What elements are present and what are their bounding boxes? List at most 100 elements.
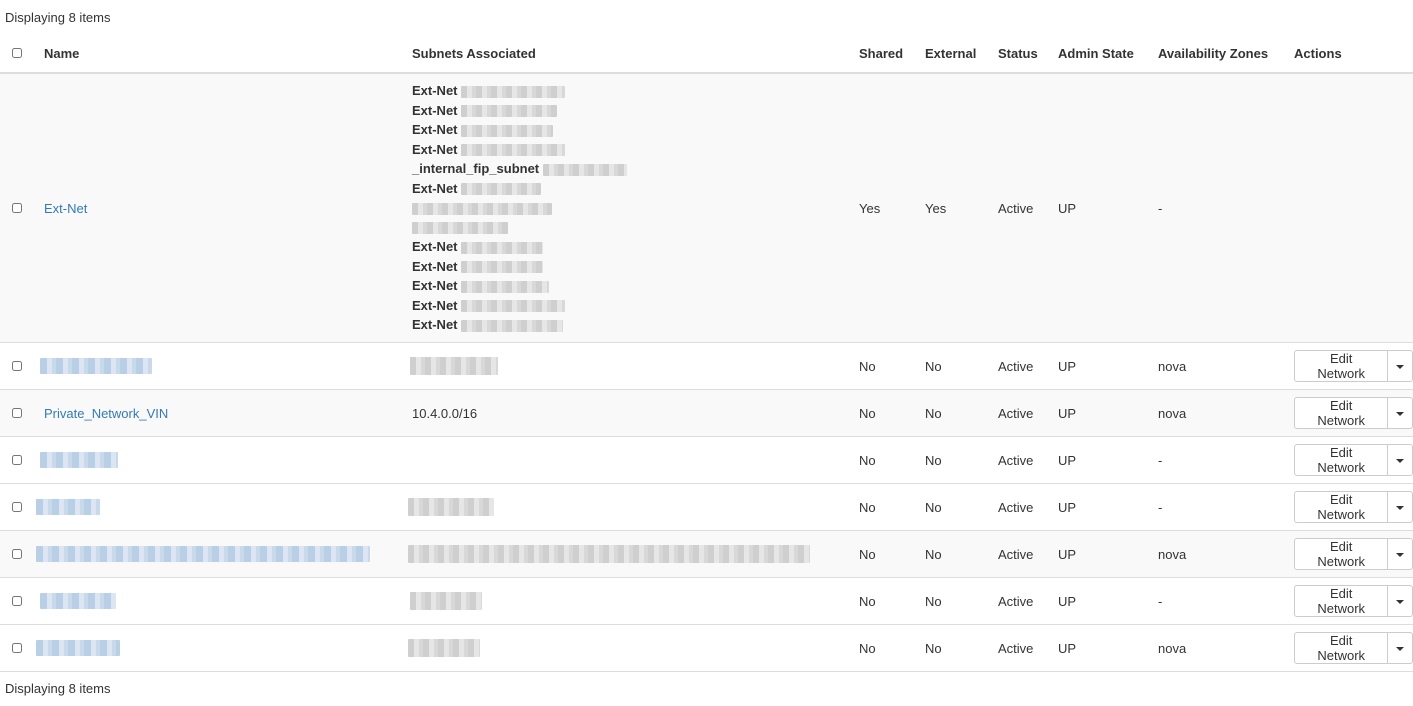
shared-cell: No (855, 624, 921, 671)
row-checkbox[interactable] (12, 361, 22, 371)
col-shared[interactable]: Shared (855, 34, 921, 74)
chevron-down-icon (1396, 553, 1405, 558)
subnet-name[interactable]: Ext-Net (412, 142, 458, 157)
zones-cell: - (1155, 577, 1291, 625)
external-cell: No (921, 389, 994, 437)
row-checkbox[interactable] (12, 455, 22, 465)
edit-network-button[interactable]: Edit Network (1294, 491, 1389, 523)
network-name-link[interactable]: Private_Network_VIN (44, 406, 168, 421)
row-actions: Edit Network (1294, 444, 1413, 476)
subnet-name[interactable]: Ext-Net (412, 103, 458, 118)
more-actions-button[interactable] (1388, 397, 1413, 429)
row-actions: Edit Network (1294, 491, 1413, 523)
network-name-link[interactable] (40, 452, 118, 469)
redacted-subnet (410, 592, 482, 610)
redacted-subnet (408, 639, 480, 657)
row-checkbox[interactable] (12, 549, 22, 559)
shared-cell: Yes (855, 72, 921, 343)
table-row: No No Active UP - Edit Network (0, 483, 1413, 531)
network-name-link[interactable] (36, 499, 100, 516)
table-row: No No Active UP - Edit Network (0, 436, 1413, 484)
row-checkbox[interactable] (12, 643, 22, 653)
table-row: No No Active UP nova Edit Network (0, 342, 1413, 390)
table-header-row: Name Subnets Associated Shared External … (0, 34, 1413, 74)
admin-state-cell: UP (1055, 436, 1155, 484)
subnet-cell: 10.4.0.0/16 (408, 389, 855, 437)
redacted-cidr (542, 163, 627, 176)
more-actions-button[interactable] (1388, 350, 1413, 382)
external-cell: No (921, 624, 994, 671)
network-name-link[interactable] (40, 593, 116, 610)
table-row: Private_Network_VIN 10.4.0.0/16 No No Ac… (0, 389, 1413, 437)
shared-cell: No (855, 483, 921, 531)
external-cell: Yes (921, 72, 994, 343)
zones-cell: nova (1155, 342, 1291, 390)
edit-network-button[interactable]: Edit Network (1294, 397, 1389, 429)
row-actions: Edit Network (1294, 632, 1413, 664)
more-actions-button[interactable] (1388, 538, 1413, 570)
table-row: No No Active UP - Edit Network (0, 577, 1413, 625)
zones-cell: - (1155, 483, 1291, 531)
col-subnets[interactable]: Subnets Associated (408, 34, 855, 74)
zones-cell: nova (1155, 530, 1291, 578)
status-cell: Active (994, 530, 1055, 578)
actions-cell (1291, 72, 1413, 343)
subnet-name[interactable]: Ext-Net (412, 83, 458, 98)
row-actions: Edit Network (1294, 585, 1413, 617)
row-checkbox[interactable] (12, 502, 22, 512)
more-actions-button[interactable] (1388, 491, 1413, 523)
row-checkbox[interactable] (12, 203, 22, 213)
row-checkbox[interactable] (12, 408, 22, 418)
col-admin-state[interactable]: Admin State (1055, 34, 1155, 74)
table-row: No No Active UP nova Edit Network (0, 624, 1413, 671)
edit-network-button[interactable]: Edit Network (1294, 538, 1389, 570)
networks-table: Name Subnets Associated Shared External … (0, 34, 1413, 671)
redacted-cidr (461, 241, 544, 254)
zones-cell: - (1155, 436, 1291, 484)
item-count-bottom: Displaying 8 items (0, 671, 1413, 700)
edit-network-button[interactable]: Edit Network (1294, 444, 1389, 476)
external-cell: No (921, 342, 994, 390)
edit-network-button[interactable]: Edit Network (1294, 585, 1389, 617)
status-cell: Active (994, 483, 1055, 531)
admin-state-cell: UP (1055, 342, 1155, 390)
network-name-link[interactable] (36, 546, 370, 563)
edit-network-button[interactable]: Edit Network (1294, 350, 1389, 382)
status-cell: Active (994, 389, 1055, 437)
col-status[interactable]: Status (994, 34, 1055, 74)
more-actions-button[interactable] (1388, 632, 1413, 664)
row-actions: Edit Network (1294, 397, 1413, 429)
shared-cell: No (855, 436, 921, 484)
edit-network-button[interactable]: Edit Network (1294, 632, 1389, 664)
external-cell: No (921, 530, 994, 578)
col-zones[interactable]: Availability Zones (1155, 34, 1291, 74)
col-name[interactable]: Name (32, 34, 408, 74)
subnet-name[interactable]: Ext-Net (412, 181, 458, 196)
admin-state-cell: UP (1055, 72, 1155, 343)
subnet-name[interactable]: Ext-Net (412, 122, 458, 137)
more-actions-button[interactable] (1388, 585, 1413, 617)
redacted-subnet (410, 357, 498, 375)
subnet-name[interactable]: Ext-Net (412, 239, 458, 254)
subnet-name[interactable]: Ext-Net (412, 259, 458, 274)
col-external[interactable]: External (921, 34, 994, 74)
shared-cell: No (855, 530, 921, 578)
redacted-cidr (461, 319, 564, 332)
network-name-link[interactable] (40, 358, 152, 375)
status-cell: Active (994, 624, 1055, 671)
network-name-link[interactable] (36, 640, 120, 657)
select-all-checkbox[interactable] (12, 48, 22, 58)
redacted-subnet (408, 545, 810, 563)
subnet-name[interactable]: Ext-Net (412, 278, 458, 293)
redacted-cidr (461, 300, 566, 313)
external-cell: No (921, 483, 994, 531)
redacted-subnet (408, 498, 494, 516)
subnet-name[interactable]: Ext-Net (412, 317, 458, 332)
row-checkbox[interactable] (12, 596, 22, 606)
redacted-cidr (461, 124, 554, 137)
network-name-link[interactable]: Ext-Net (44, 201, 87, 216)
more-actions-button[interactable] (1388, 444, 1413, 476)
subnet-name[interactable]: _internal_fip_subnet (412, 161, 539, 176)
subnet-name[interactable]: Ext-Net (412, 298, 458, 313)
subnets-list: Ext-Net Ext-Net Ext-Net Ext-Net _interna… (408, 72, 855, 343)
